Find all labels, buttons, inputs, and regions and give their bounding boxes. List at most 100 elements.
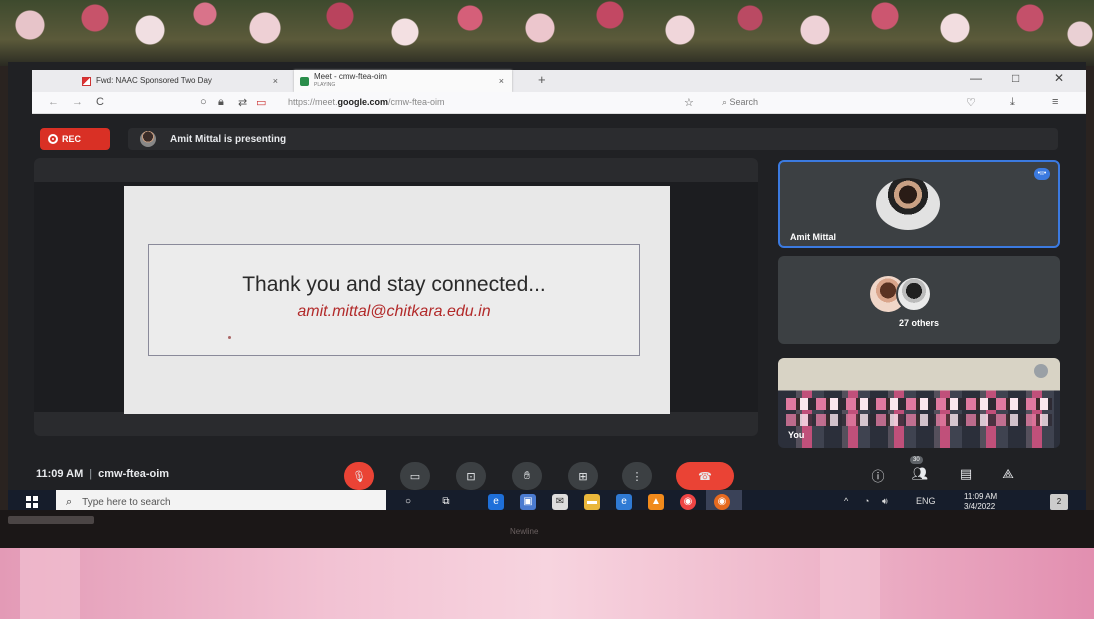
forward-button[interactable]: → xyxy=(72,96,83,108)
flower-decoration xyxy=(0,0,1094,66)
slide-text-box: Thank you and stay connected... amit.mit… xyxy=(148,244,640,356)
tab-playing-label: PLAYING xyxy=(314,82,336,88)
hang-up-icon: ☎︎ xyxy=(698,470,712,483)
hand-icon: ✋︎ xyxy=(523,469,531,482)
address-bar[interactable]: https://meet.google.com/cmw-ftea-oim xyxy=(288,97,445,107)
menu-icon[interactable]: ≡ xyxy=(1052,96,1058,108)
presenting-banner: Amit Mittal is presenting xyxy=(128,128,1058,150)
meeting-details-button[interactable]: ⓘ xyxy=(868,466,888,485)
mic-muted-button[interactable]: 🎙︎ xyxy=(344,462,374,490)
avatar xyxy=(896,276,932,312)
shield-icon[interactable]: ○ xyxy=(200,96,207,108)
reload-button[interactable]: C xyxy=(96,96,104,108)
task-view-icon[interactable]: ⧉ xyxy=(438,494,454,510)
meeting-time: 11:09 AM xyxy=(36,468,84,480)
participant-tile-self[interactable]: You xyxy=(778,358,1060,448)
participant-tile-others[interactable]: 27 others xyxy=(778,256,1060,344)
notification-center-icon[interactable]: 2 xyxy=(1050,494,1068,510)
screen-share-icon[interactable]: ▭ xyxy=(256,96,266,109)
mic-off-icon: 🎙︎ xyxy=(352,470,366,483)
tab-gmail[interactable]: Fwd: NAAC Sponsored Two Day × xyxy=(76,70,286,92)
leave-call-button[interactable]: ☎︎ xyxy=(676,462,734,490)
meet-icon xyxy=(300,76,309,86)
edge-icon[interactable]: e xyxy=(488,494,504,510)
captions-icon: ⊡ xyxy=(466,470,476,483)
chat-button[interactable]: ▤ xyxy=(956,466,976,482)
monitor-brand-logo: Newline xyxy=(510,527,539,536)
bookmark-star-icon[interactable]: ☆ xyxy=(684,96,694,109)
participant-count-badge: 30 xyxy=(910,456,923,464)
mail-icon[interactable]: ✉ xyxy=(552,494,568,510)
activities-icon: ⟁ xyxy=(1002,466,1014,481)
volume-icon[interactable]: 🔊︎ xyxy=(882,496,888,507)
activities-button[interactable]: ⟁ xyxy=(998,466,1018,482)
more-vert-icon: ⋮ xyxy=(631,470,643,483)
presenter-avatar xyxy=(140,131,156,147)
tab-label: Fwd: NAAC Sponsored Two Day xyxy=(96,76,212,85)
record-icon xyxy=(48,134,58,144)
presentation-stage: Thank you and stay connected... amit.mit… xyxy=(34,158,758,436)
chat-icon: ▤ xyxy=(959,466,973,481)
present-button[interactable]: ⊞ xyxy=(568,462,598,490)
tab-label: Meet - cmw-ftea-oim xyxy=(314,72,387,81)
store-icon[interactable]: ▣ xyxy=(520,494,536,510)
minimize-button[interactable]: — xyxy=(970,71,982,85)
lock-icon[interactable]: 🔒︎ xyxy=(218,96,224,109)
back-button[interactable]: ← xyxy=(48,96,59,108)
people-button[interactable]: 👥︎ xyxy=(910,466,930,482)
monitor-bezel xyxy=(0,510,1094,550)
tab-meet[interactable]: Meet - cmw-ftea-oim PLAYING × xyxy=(294,70,512,92)
meet-window: REC Amit Mittal is presenting Thank you … xyxy=(32,114,1086,504)
network-icon[interactable]: ◔ xyxy=(864,496,869,506)
background-wall xyxy=(0,548,1094,619)
download-icon[interactable]: ⤓ xyxy=(1010,96,1015,109)
clock-time: 11:09 AM xyxy=(964,492,998,501)
search-icon: ⌕ xyxy=(66,495,73,508)
file-explorer-icon[interactable]: ▬ xyxy=(584,494,600,510)
firefox-icon[interactable]: ◉ xyxy=(714,494,730,510)
permissions-icon[interactable]: ⇄ xyxy=(238,96,247,109)
camera-button[interactable]: ▭ xyxy=(400,462,430,490)
monitor-screen: Fwd: NAAC Sponsored Two Day × Meet - cmw… xyxy=(8,62,1086,514)
taskbar-clock[interactable]: 11:09 AM 3/4/2022 xyxy=(964,492,997,512)
meeting-info: 11:09 AM | cmw-ftea-oim xyxy=(36,468,170,480)
windows-start-icon[interactable] xyxy=(26,496,38,508)
browser-toolbar: ← → C ○ 🔒︎ ⇄ ▭ https://meet.google.com/c… xyxy=(32,92,1086,114)
people-icon: 👥︎ xyxy=(911,466,929,481)
close-window-button[interactable]: ✕ xyxy=(1054,71,1064,85)
participant-tile-presenter[interactable]: •ıı• Amit Mittal xyxy=(778,160,1060,248)
browser-tab-bar: Fwd: NAAC Sponsored Two Day × Meet - cmw… xyxy=(32,70,1086,92)
more-options-button[interactable]: ⋮ xyxy=(622,462,652,490)
present-icon: ⊞ xyxy=(578,470,588,483)
presentation-slide: Thank you and stay connected... amit.mit… xyxy=(124,186,670,414)
new-tab-button[interactable]: + xyxy=(538,72,546,87)
internet-explorer-icon[interactable]: e xyxy=(616,494,632,510)
raise-hand-button[interactable]: ✋︎ xyxy=(512,462,542,490)
recording-badge[interactable]: REC xyxy=(40,128,110,150)
tab-close-icon[interactable]: × xyxy=(273,76,278,86)
self-label: You xyxy=(788,430,805,440)
presenting-text: Amit Mittal is presenting xyxy=(170,133,287,145)
more-options-icon[interactable] xyxy=(1034,364,1048,378)
slide-title: Thank you and stay connected... xyxy=(242,273,546,296)
chrome-icon[interactable]: ◉ xyxy=(680,494,696,510)
tray-overflow-icon[interactable]: ^ xyxy=(844,496,848,506)
photo-scene: Fwd: NAAC Sponsored Two Day × Meet - cmw… xyxy=(0,0,1094,619)
captions-button[interactable]: ⊡ xyxy=(456,462,486,490)
slide-email: amit.mittal@chitkara.edu.in xyxy=(297,303,491,320)
meeting-code: cmw-ftea-oim xyxy=(98,468,170,480)
gmail-icon xyxy=(82,76,91,86)
speaking-indicator-icon: •ıı• xyxy=(1034,168,1050,180)
input-language[interactable]: ENG xyxy=(916,496,936,506)
search-field[interactable]: ⌕ Search xyxy=(722,97,758,108)
presenter-photo xyxy=(876,178,940,230)
info-icon: ⓘ xyxy=(871,469,885,484)
pocket-icon[interactable]: ♡ xyxy=(966,96,976,109)
camera-icon: ▭ xyxy=(409,470,421,483)
maximize-button[interactable]: □ xyxy=(1012,71,1019,85)
cortana-icon[interactable]: ○ xyxy=(400,494,416,510)
vlc-icon[interactable]: ▲ xyxy=(648,494,664,510)
participant-name: Amit Mittal xyxy=(790,232,836,242)
tab-close-icon[interactable]: × xyxy=(499,76,504,86)
search-icon: ⌕ xyxy=(722,97,730,107)
